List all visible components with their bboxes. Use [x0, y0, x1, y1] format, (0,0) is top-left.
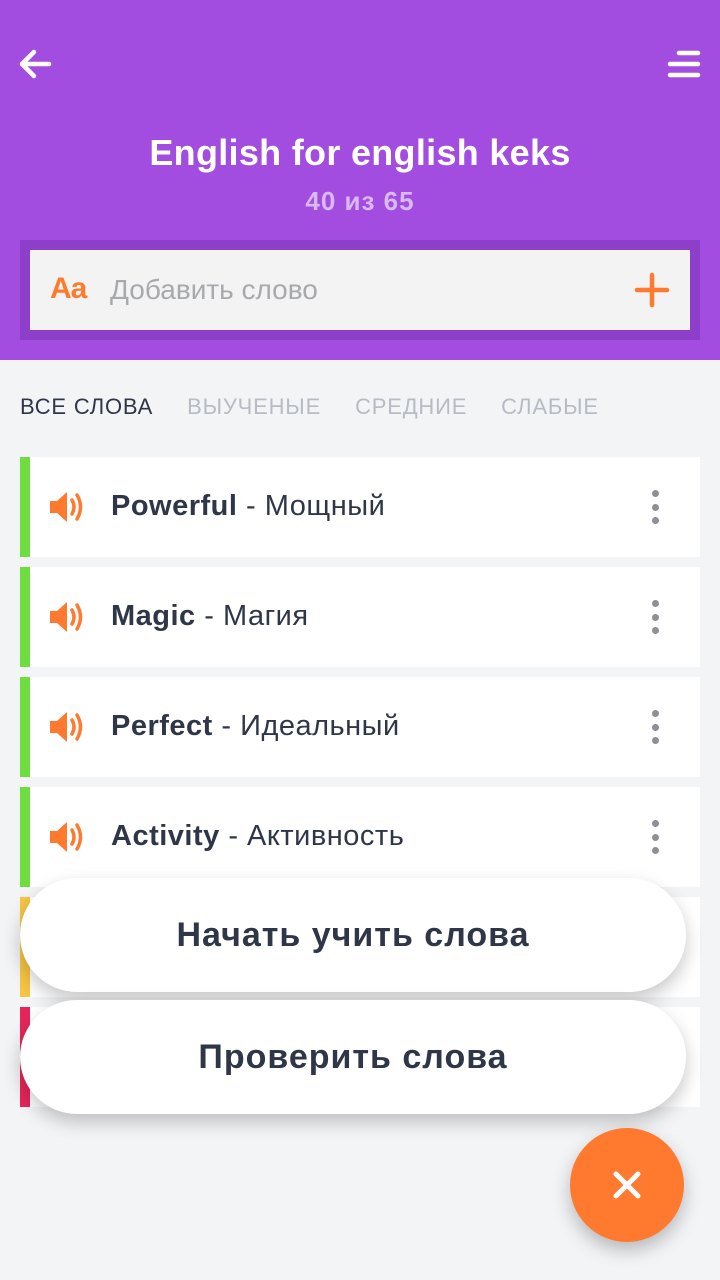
word-separator: -: [219, 820, 248, 852]
list-item[interactable]: Activity - Активность: [20, 787, 700, 887]
word-translation: Активность: [247, 820, 405, 852]
word-pair: Powerful - Мощный: [111, 490, 385, 523]
list-item[interactable]: Perfect - Идеальный: [20, 677, 700, 777]
word-pair: Magic - Магия: [111, 600, 309, 633]
word-original: Magic: [111, 600, 196, 632]
word-separator: -: [195, 600, 223, 632]
add-word-container: Aa: [20, 240, 700, 340]
add-word-button[interactable]: [628, 266, 676, 314]
close-icon: [613, 1171, 641, 1199]
menu-button[interactable]: [664, 44, 704, 84]
arrow-left-icon: [19, 49, 52, 79]
back-button[interactable]: [16, 44, 56, 84]
word-filter-tabs: ВСЕ СЛОВА ВЫУЧЕНЫЕ СРЕДНИЕ СЛАБЫЕ: [20, 394, 599, 424]
start-learning-button[interactable]: Начать учить слова: [20, 878, 686, 992]
speaker-icon[interactable]: [48, 820, 86, 854]
app-header: English for english keks 40 из 65 Aa: [0, 0, 720, 360]
list-item[interactable]: Powerful - Мощный: [20, 457, 700, 557]
word-separator: -: [237, 490, 265, 522]
menu-icon: [667, 50, 701, 78]
word-translation: Магия: [222, 600, 309, 632]
add-word-input[interactable]: [110, 250, 610, 330]
word-original: Powerful: [111, 490, 238, 522]
close-fab-button[interactable]: [570, 1128, 684, 1242]
status-bar: [20, 567, 30, 667]
plus-icon: [634, 272, 670, 308]
speaker-icon[interactable]: [48, 490, 86, 524]
list-item[interactable]: Magic - Магия: [20, 567, 700, 667]
word-original: Perfect: [111, 710, 213, 742]
word-separator: -: [212, 710, 241, 742]
more-options-icon[interactable]: [640, 707, 670, 747]
word-progress: 40 из 65: [305, 186, 415, 216]
word-translation: Идеальный: [240, 710, 400, 742]
more-options-icon[interactable]: [640, 597, 670, 637]
word-pair: Perfect - Идеальный: [111, 710, 400, 743]
add-word-box: Aa: [30, 250, 690, 330]
speaker-icon[interactable]: [48, 600, 86, 634]
tab-medium[interactable]: СРЕДНИЕ: [355, 394, 467, 424]
speaker-icon[interactable]: [48, 710, 86, 744]
tab-all-words[interactable]: ВСЕ СЛОВА: [20, 394, 153, 424]
more-options-icon[interactable]: [640, 487, 670, 527]
word-translation: Мощный: [264, 490, 386, 522]
word-pair: Activity - Активность: [111, 820, 404, 853]
check-words-button[interactable]: Проверить слова: [20, 1000, 686, 1114]
page-title: English for english keks: [149, 132, 571, 173]
status-bar: [20, 457, 30, 557]
status-bar: [20, 787, 30, 887]
font-icon: Aa: [50, 272, 87, 305]
word-original: Activity: [111, 820, 220, 852]
tab-learned[interactable]: ВЫУЧЕНЫЕ: [187, 394, 321, 424]
more-options-icon[interactable]: [640, 817, 670, 857]
status-bar: [20, 677, 30, 777]
tab-weak[interactable]: СЛАБЫЕ: [501, 394, 599, 424]
